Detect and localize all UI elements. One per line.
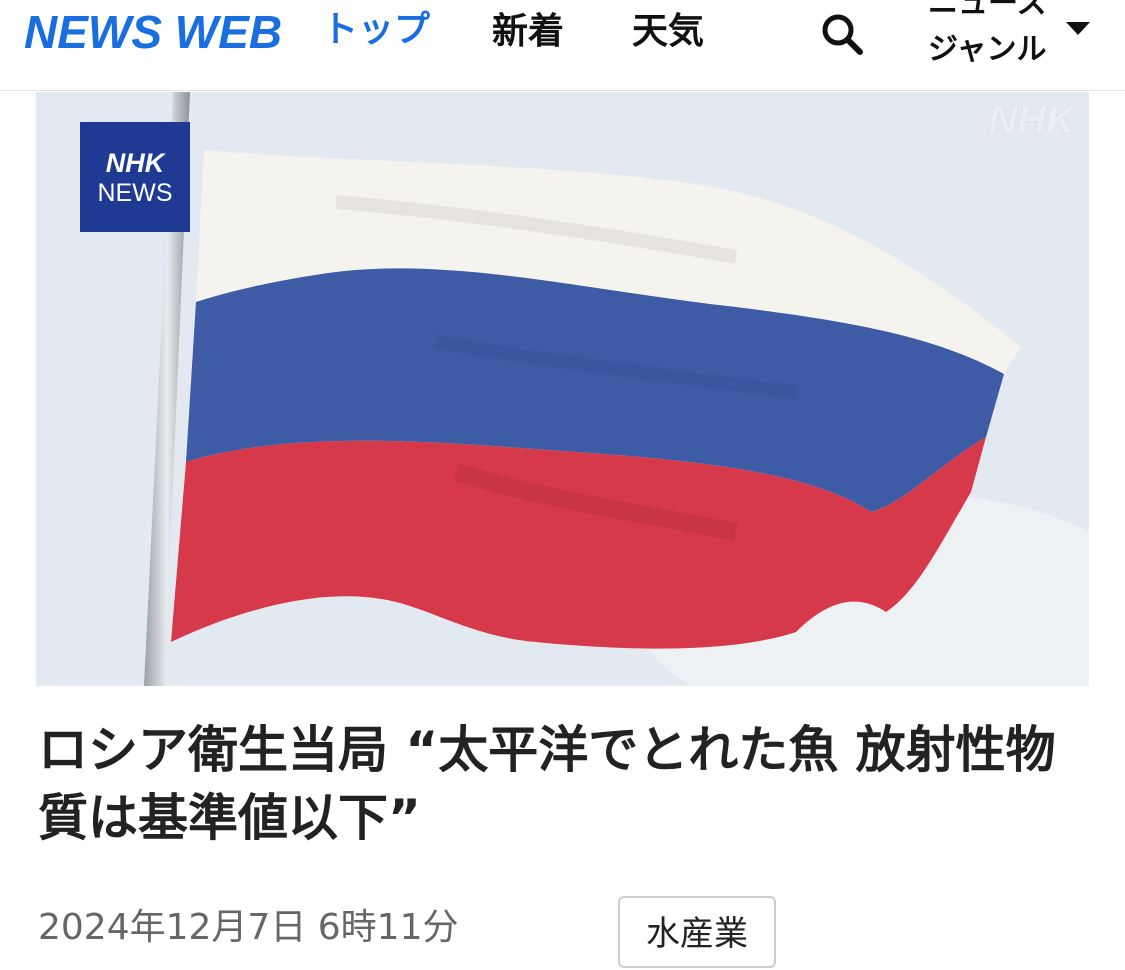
news-web-logo[interactable]: NEWS WEB xyxy=(24,6,282,58)
nhk-news-badge: NHK NEWS xyxy=(80,122,190,232)
nhk-badge-line2: NEWS xyxy=(97,179,173,207)
genre-label-line1: ニュース xyxy=(928,0,1047,21)
nhk-watermark: NHK xyxy=(988,98,1075,142)
russian-flag-photo xyxy=(36,92,1089,686)
category-tag[interactable]: 水産業 xyxy=(618,896,776,968)
top-bar: NEWS WEB トップ 新着 天気 ニュース ジャンル xyxy=(0,0,1125,91)
article-hero-image: NHK NEWS NHK xyxy=(36,92,1089,686)
genre-dropdown[interactable]: ニュース ジャンル xyxy=(928,0,1098,72)
nhk-badge-line1: NHK xyxy=(105,148,165,178)
article-date: 2024年12月7日 6時11分 xyxy=(38,907,459,948)
chevron-down-icon xyxy=(1066,22,1090,35)
genre-label-line2: ジャンル xyxy=(928,32,1047,67)
search-icon xyxy=(822,14,863,55)
article-title: ロシア衛生当局 “太平洋でとれた魚 放射性物質は基準値以下” xyxy=(38,721,1056,847)
nav-latest[interactable]: 新着 xyxy=(492,10,564,54)
nav-weather[interactable]: 天気 xyxy=(632,10,704,54)
search-button[interactable] xyxy=(818,10,868,58)
nav-top-link[interactable]: トップ xyxy=(322,8,430,52)
